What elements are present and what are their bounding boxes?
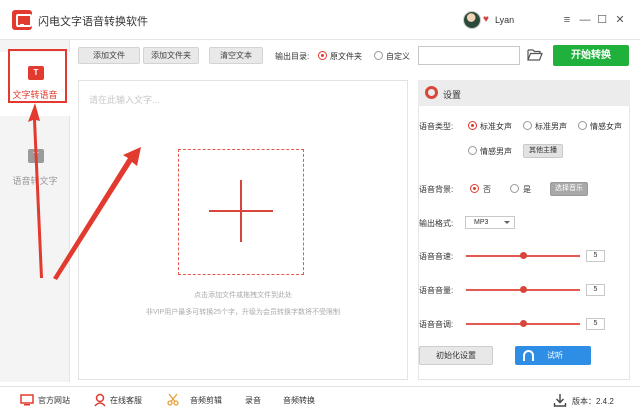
voice-standard-female-radio[interactable] — [468, 121, 477, 130]
website-link[interactable]: 官方网站 — [38, 395, 70, 407]
output-dir-label: 输出目录: — [275, 52, 310, 61]
vip-heart-icon: ♥ — [483, 14, 489, 25]
pitch-value[interactable]: 5 — [586, 318, 605, 330]
version-label: 版本：2.4.2 — [572, 397, 614, 406]
background-yes-label: 是 — [523, 185, 531, 194]
choose-music-button[interactable]: 选择音乐 — [550, 182, 588, 196]
output-original-radio[interactable] — [318, 51, 327, 60]
voice-emotion-male-label: 情感男声 — [480, 147, 512, 156]
background-label: 语音背景: — [419, 185, 454, 194]
user-avatar[interactable] — [463, 11, 481, 29]
voice-type-label: 语音类型: — [419, 122, 454, 131]
volume-slider-thumb[interactable] — [520, 286, 527, 293]
close-button[interactable]: ✕ — [613, 13, 627, 27]
voice-emotion-female-radio[interactable] — [578, 121, 587, 130]
format-select[interactable]: MP3 — [465, 216, 515, 229]
clear-text-button[interactable]: 清空文本 — [209, 47, 263, 64]
sidebar-item-text-to-speech[interactable]: T 文字转语音 — [0, 52, 70, 116]
speed-value[interactable]: 5 — [586, 250, 605, 262]
output-path-input[interactable] — [418, 46, 520, 65]
speed-slider-thumb[interactable] — [520, 252, 527, 259]
record-link[interactable]: 录音 — [245, 395, 261, 407]
output-custom-label: 自定义 — [386, 52, 410, 61]
sidebar-item-label: 语音转文字 — [12, 176, 58, 186]
folder-open-icon[interactable] — [527, 49, 543, 61]
voice-emotion-male-radio[interactable] — [468, 146, 477, 155]
output-original-label: 原文件夹 — [330, 52, 362, 61]
other-voice-button[interactable]: 其他主播 — [523, 144, 563, 158]
pitch-slider-thumb[interactable] — [520, 320, 527, 327]
headphone-icon — [523, 350, 534, 361]
text-placeholder: 请在此输入文字... — [89, 95, 160, 105]
website-icon — [20, 394, 34, 406]
gear-icon — [425, 86, 438, 99]
pitch-label: 语音音调: — [419, 320, 454, 329]
audio-convert-link[interactable]: 音频转换 — [283, 395, 315, 407]
text-to-speech-icon: T — [28, 66, 44, 80]
download-icon — [553, 394, 567, 407]
volume-label: 语音音量: — [419, 286, 454, 295]
support-icon — [94, 393, 106, 407]
add-file-button[interactable]: 添加文件 — [78, 47, 140, 64]
scissors-icon — [167, 393, 179, 406]
plus-icon-vertical — [240, 180, 242, 242]
output-custom-radio[interactable] — [374, 51, 383, 60]
support-link[interactable]: 在线客服 — [110, 395, 142, 407]
background-no-radio[interactable] — [470, 184, 479, 193]
app-logo-icon — [12, 10, 32, 30]
audio-edit-link[interactable]: 音频剪辑 — [190, 395, 222, 407]
listen-button[interactable]: 试听 — [515, 346, 591, 365]
background-yes-radio[interactable] — [510, 184, 519, 193]
background-no-label: 否 — [483, 185, 491, 194]
voice-standard-female-label: 标准女声 — [480, 122, 512, 131]
app-title: 闪电文字语音转换软件 — [38, 16, 148, 28]
user-name[interactable]: Lyan — [495, 15, 514, 25]
volume-value[interactable]: 5 — [586, 284, 605, 296]
listen-label: 试听 — [547, 351, 563, 360]
sidebar-item-label: 文字转语音 — [12, 90, 58, 100]
format-label: 输出格式: — [419, 219, 454, 228]
menu-icon[interactable]: ≡ — [560, 13, 574, 27]
drop-hint: 点击添加文件或拖拽文件到此处 — [194, 292, 292, 299]
add-folder-button[interactable]: 添加文件夹 — [143, 47, 199, 64]
start-convert-button[interactable]: 开始转换 — [553, 45, 629, 66]
minimize-button[interactable]: — — [578, 13, 592, 27]
sidebar-item-speech-to-text[interactable]: T 语音转文字 — [0, 135, 70, 199]
settings-title: 设置 — [443, 90, 462, 100]
vip-hint: 非VIP用户最多可转换25个字，升级为会员转换字数将不受限制 — [145, 309, 341, 316]
voice-emotion-female-label: 情感女声 — [590, 122, 622, 131]
reset-settings-button[interactable]: 初始化设置 — [419, 346, 493, 365]
voice-standard-male-radio[interactable] — [523, 121, 532, 130]
restore-button[interactable]: ☐ — [595, 13, 609, 27]
speed-label: 语音音速: — [419, 252, 454, 261]
speech-to-text-icon: T — [28, 149, 44, 163]
voice-standard-male-label: 标准男声 — [535, 122, 567, 131]
